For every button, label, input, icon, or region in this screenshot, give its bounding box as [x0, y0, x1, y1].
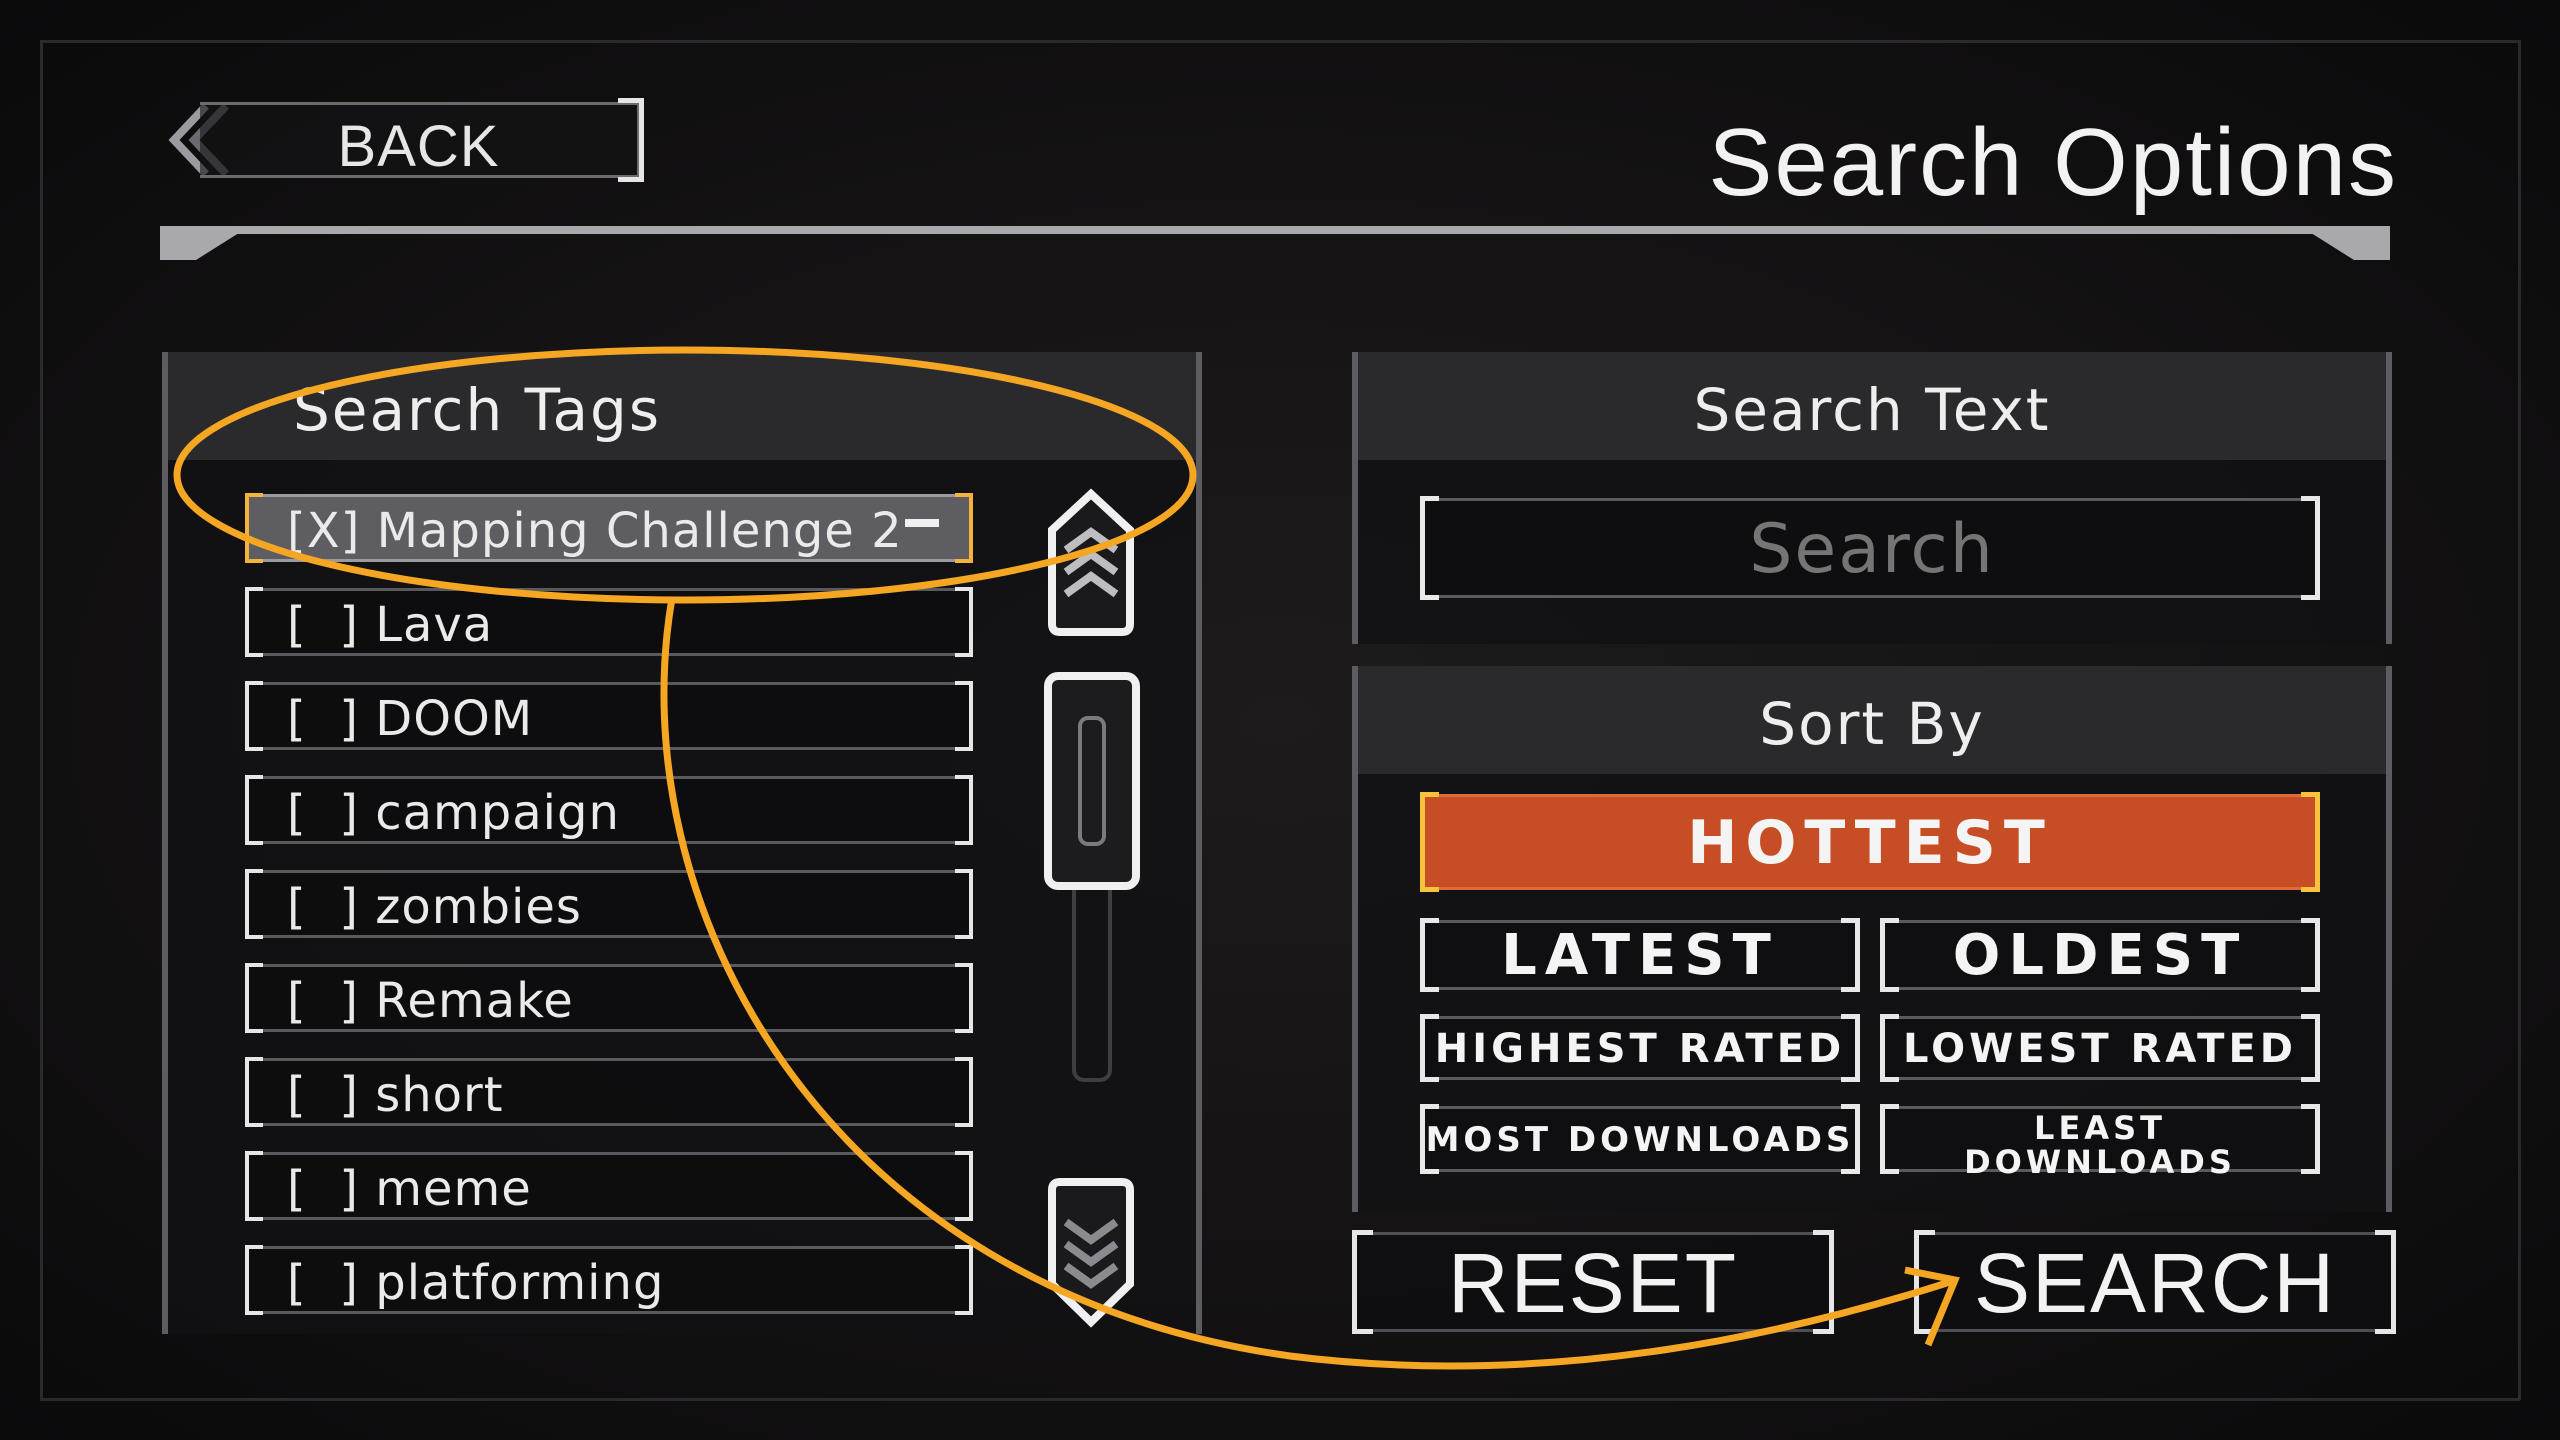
tag-label: [ ] platforming	[287, 1255, 665, 1311]
tag-item-doom[interactable]: [ ] DOOM	[245, 681, 973, 751]
scroll-down-button[interactable]	[1044, 1172, 1138, 1332]
tag-item-lava[interactable]: [ ] Lava	[245, 587, 973, 657]
minus-icon[interactable]	[905, 519, 939, 527]
tag-label: [ ] campaign	[287, 785, 620, 841]
sort-most-downloads-button[interactable]: MOST DOWNLOADS	[1420, 1104, 1860, 1174]
page-title: Search Options	[1708, 109, 2398, 216]
tag-label: [ ] short	[287, 1067, 504, 1123]
search-text-header: Search Text	[1358, 352, 2386, 460]
search-text-field[interactable]	[1420, 496, 2320, 600]
search-button[interactable]: SEARCH	[1914, 1230, 2396, 1334]
sort-highest-rated-button[interactable]: HIGHEST RATED	[1420, 1014, 1860, 1082]
back-button-bracket	[618, 98, 644, 182]
tag-item-mapping-challenge-2[interactable]: [X] Mapping Challenge 2	[245, 493, 973, 563]
sort-by-title: Sort By	[1759, 690, 1985, 758]
sort-least-downloads-button[interactable]: LEAST DOWNLOADS	[1880, 1104, 2320, 1179]
tag-item-remake[interactable]: [ ] Remake	[245, 963, 973, 1033]
tag-item-campaign[interactable]: [ ] campaign	[245, 775, 973, 845]
scrollbar-thumb[interactable]	[1044, 672, 1140, 890]
frame-left-line	[40, 40, 43, 1400]
tag-item-meme[interactable]: [ ] meme	[245, 1151, 973, 1221]
divider-left-cap	[160, 226, 250, 260]
tag-label: [ ] meme	[287, 1161, 532, 1217]
reset-button[interactable]: RESET	[1352, 1230, 1834, 1334]
tag-item-short[interactable]: [ ] short	[245, 1057, 973, 1127]
frame-top-line	[40, 40, 2520, 43]
frame-bottom-line	[40, 1398, 2520, 1401]
sort-hottest-button[interactable]: HOTTEST	[1420, 792, 2320, 892]
back-button[interactable]: BACK	[200, 102, 640, 179]
tag-label: [ ] zombies	[287, 879, 582, 935]
sort-by-panel: Sort By HOTTEST LATEST OLDEST HIGHEST RA…	[1352, 666, 2392, 1212]
sort-oldest-button[interactable]: OLDEST	[1880, 918, 2320, 992]
scroll-up-button[interactable]	[1044, 486, 1138, 638]
back-button-label: BACK	[337, 114, 500, 179]
search-tags-title: Search Tags	[292, 376, 662, 444]
search-input[interactable]	[1425, 501, 2319, 597]
search-text-panel: Search Text	[1352, 352, 2392, 644]
search-text-title: Search Text	[1693, 376, 2051, 444]
tag-label: [ ] Lava	[287, 597, 494, 653]
tag-label: [ ] DOOM	[287, 691, 534, 747]
tag-label: [X] Mapping Challenge 2	[287, 503, 903, 559]
sort-latest-button[interactable]: LATEST	[1420, 918, 1860, 992]
search-tags-header: Search Tags	[168, 352, 1196, 460]
tag-item-platforming[interactable]: [ ] platforming	[245, 1245, 973, 1315]
frame-right-line	[2518, 40, 2521, 1400]
title-divider	[160, 226, 2390, 234]
tag-item-zombies[interactable]: [ ] zombies	[245, 869, 973, 939]
divider-right-cap	[2300, 226, 2390, 260]
tag-label: [ ] Remake	[287, 973, 574, 1029]
sort-by-header: Sort By	[1358, 666, 2386, 774]
sort-lowest-rated-button[interactable]: LOWEST RATED	[1880, 1014, 2320, 1082]
